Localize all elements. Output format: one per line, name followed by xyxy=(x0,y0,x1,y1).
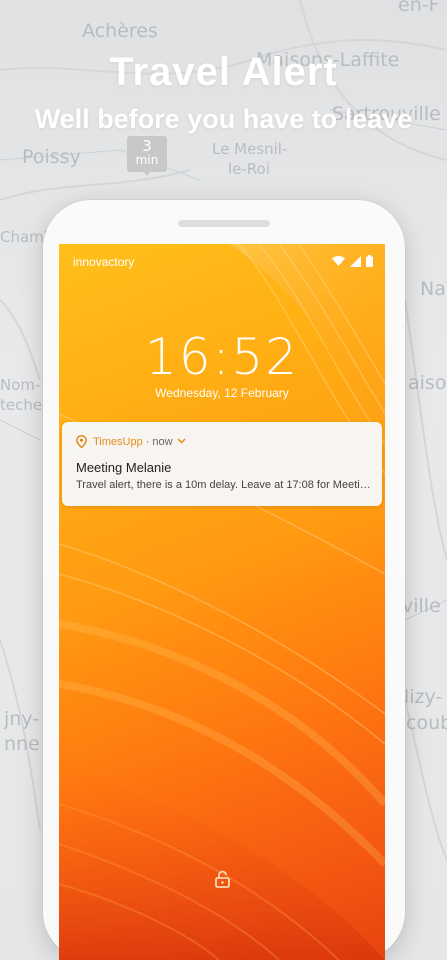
notification-card[interactable]: TimesUpp · now Meeting Melanie Travel al… xyxy=(62,422,382,506)
map-label-aison: aison xyxy=(408,372,447,394)
map-label-poissy: Poissy xyxy=(22,146,81,168)
signal-icon xyxy=(350,255,361,267)
map-label-nom: Nom- xyxy=(0,376,41,394)
phone-speaker xyxy=(178,220,270,227)
carrier-name: innovactory xyxy=(73,255,135,269)
map-label-teche: teche xyxy=(0,396,43,414)
map-label-enfer: en-F xyxy=(398,0,440,16)
map-label-lizy: lizy- xyxy=(404,686,443,708)
notification-header: TimesUpp · now xyxy=(76,435,186,448)
lockscreen-date: Wednesday, 12 February xyxy=(155,386,289,400)
lockscreen-clock: 16:52 xyxy=(144,328,300,386)
map-label-mesnil-1: Le Mesnil- xyxy=(212,140,288,158)
battery-icon xyxy=(366,255,373,267)
chevron-down-icon[interactable] xyxy=(177,436,186,447)
page-title: Travel Alert xyxy=(109,50,338,94)
phone-mockup: innovactory 16:52 Wednesday, 12 February… xyxy=(43,200,405,960)
map-label-nne: nne xyxy=(4,733,40,755)
map-label-jny: jny- xyxy=(4,708,40,730)
notification-title: Meeting Melanie xyxy=(76,460,172,475)
map-label-ville: ville xyxy=(402,595,441,617)
map-label-acheres: Achères xyxy=(82,20,158,42)
map-label-nanterre: Na xyxy=(420,278,446,300)
status-icons xyxy=(332,255,373,267)
unlock-icon[interactable] xyxy=(215,870,230,888)
map-label-mesnil-2: le-Roi xyxy=(228,160,270,178)
notification-separator: · xyxy=(145,435,150,448)
page-subtitle: Well before you have to leave xyxy=(34,104,413,134)
badge-unit: min xyxy=(135,153,159,167)
notification-app-name: TimesUpp xyxy=(93,435,143,448)
notification-time: now xyxy=(152,435,173,448)
wifi-icon xyxy=(332,256,345,266)
location-pin-icon xyxy=(76,435,87,448)
travel-time-badge: 3 min xyxy=(127,136,167,176)
map-label-coub: coub xyxy=(406,712,447,734)
notification-text: Travel alert, there is a 10m delay. Leav… xyxy=(76,479,374,491)
badge-number: 3 xyxy=(142,137,152,155)
lock-screen: innovactory 16:52 Wednesday, 12 February… xyxy=(59,244,385,960)
status-bar: innovactory xyxy=(73,255,373,271)
